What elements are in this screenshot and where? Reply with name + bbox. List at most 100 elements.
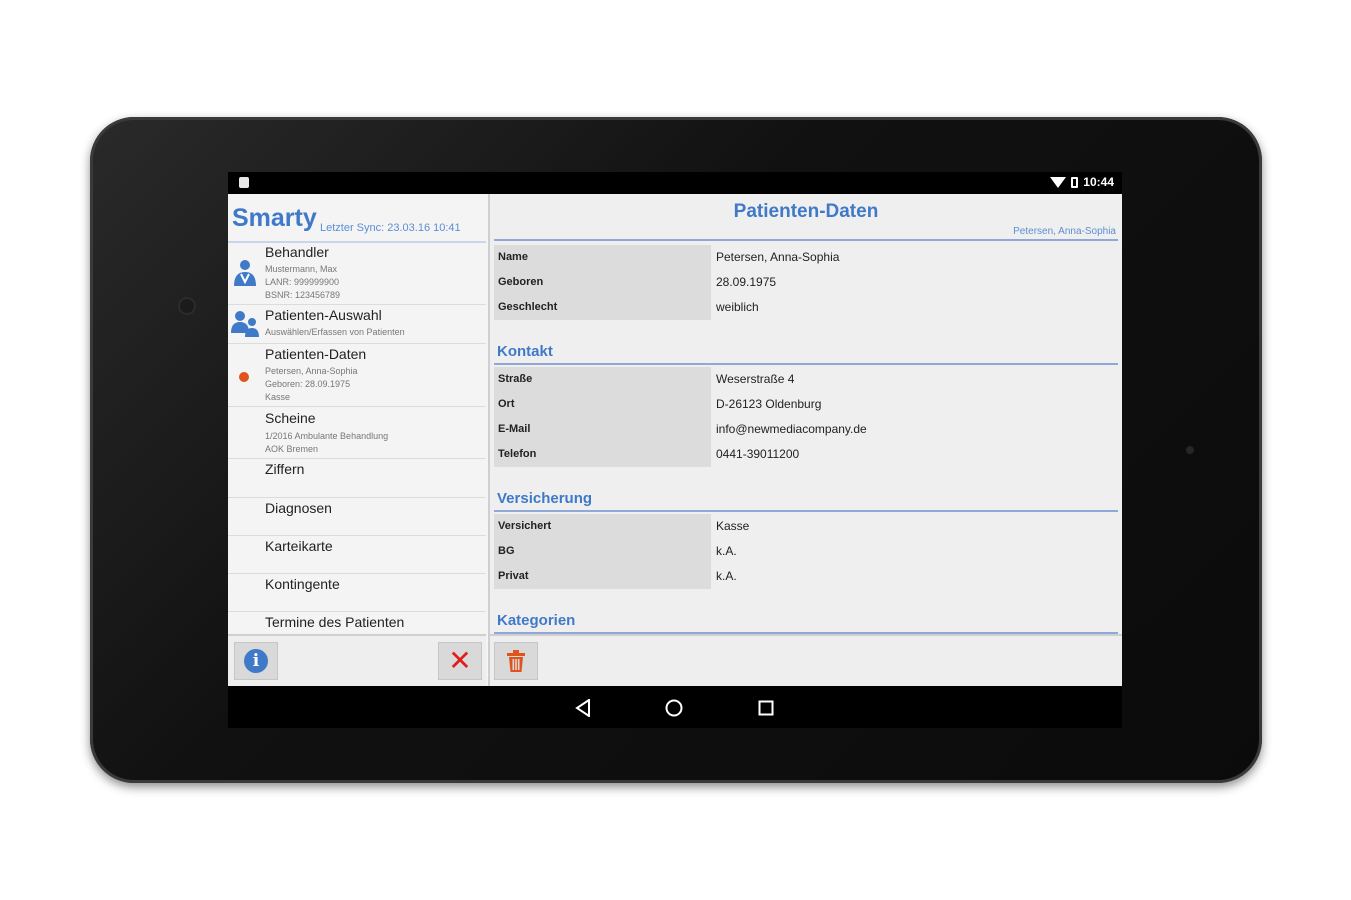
nav-title: Behandler [265, 244, 329, 260]
table-row: Telefon 0441-39011200 [494, 442, 1118, 467]
navigation-pane: Smarty Letzter Sync: 23.03.16 10:41 Beha… [228, 194, 490, 688]
table-row: Geschlecht weiblich [494, 295, 1118, 320]
section-title: Versicherung [497, 490, 593, 507]
last-sync: Letzter Sync: 23.03.16 10:41 [320, 222, 461, 234]
table-row: Straße Weserstraße 4 [494, 367, 1118, 392]
table-row: Geboren 28.09.1975 [494, 270, 1118, 295]
row-value: 28.09.1975 [716, 275, 777, 289]
row-label: Versichert [494, 514, 711, 539]
patient-subtitle: Petersen, Anna-Sophia [1013, 226, 1116, 237]
app-brand: Smarty [232, 204, 317, 232]
kontakt-table: Straße Weserstraße 4 Ort D-26123 Oldenbu… [494, 367, 1118, 467]
section-title: Kontakt [497, 343, 553, 360]
info-button[interactable]: i [234, 642, 278, 680]
detail-pane: Patienten-Daten Petersen, Anna-Sophia Na… [490, 194, 1122, 688]
row-value: Kasse [716, 519, 750, 533]
divider [228, 241, 486, 243]
nav-sub: BSNR: 123456789 [265, 290, 341, 300]
wifi-icon [1050, 176, 1067, 188]
nav-sub: 1/2016 Ambulante Behandlung [265, 431, 389, 441]
right-toolbar [490, 634, 1122, 688]
row-value: Petersen, Anna-Sophia [716, 250, 840, 264]
nav-title: Karteikarte [265, 538, 333, 554]
table-row: Ort D-26123 Oldenburg [494, 392, 1118, 417]
delete-button[interactable] [494, 642, 538, 680]
page-title: Patienten-Daten [733, 201, 879, 222]
divider [494, 510, 1118, 512]
nav-sub: LANR: 999999900 [265, 277, 340, 287]
home-icon[interactable] [665, 699, 683, 717]
nav-sub: Geboren: 28.09.1975 [265, 379, 351, 389]
row-label: BG [494, 539, 711, 564]
row-value: weiblich [716, 300, 759, 314]
back-icon[interactable] [575, 699, 591, 717]
screen: 10:44 Smarty Letzter Sync: 23.03.16 10:4… [228, 172, 1122, 728]
row-value: k.A. [716, 544, 737, 558]
nav-title: Patienten-Daten [265, 346, 367, 362]
row-label: Straße [494, 367, 711, 392]
row-value: D-26123 Oldenburg [716, 397, 822, 411]
section-versicherung: Versicherung [494, 490, 1118, 512]
nav-item-behandler[interactable]: Behandler Mustermann, Max LANR: 99999990… [228, 244, 486, 305]
nav-item-patienten-daten[interactable]: Patienten-Daten Petersen, Anna-Sophia Ge… [228, 346, 486, 407]
nav-sub: Mustermann, Max [265, 264, 338, 274]
nav-title: Patienten-Auswahl [265, 307, 382, 323]
nav-sub: Petersen, Anna-Sophia [265, 366, 358, 376]
doctor-icon [234, 260, 256, 286]
app: Smarty Letzter Sync: 23.03.16 10:41 Beha… [228, 194, 1122, 688]
nav-title: Scheine [265, 410, 316, 426]
row-label: Geschlecht [494, 295, 711, 320]
row-value: info@newmediacompany.de [716, 422, 867, 436]
nav-item-scheine[interactable]: Scheine 1/2016 Ambulante Behandlung AOK … [228, 410, 486, 459]
close-icon: ✕ [448, 644, 472, 677]
front-camera [178, 297, 196, 315]
nav-item-diagnosen[interactable]: Diagnosen [228, 500, 486, 536]
active-dot-icon [239, 372, 249, 382]
system-nav-bar [228, 686, 1122, 728]
nav-title: Ziffern [265, 461, 305, 477]
divider [494, 239, 1118, 241]
table-row: BG k.A. [494, 539, 1118, 564]
nav-title: Termine des Patienten [265, 614, 405, 630]
nav-item-termine[interactable]: Termine des Patienten [228, 614, 486, 632]
section-kategorien: Kategorien [494, 612, 1118, 634]
row-label: Geboren [494, 270, 711, 295]
row-label: Privat [494, 564, 711, 589]
trash-icon [507, 650, 525, 672]
row-label: Ort [494, 392, 711, 417]
status-time: 10:44 [1083, 175, 1114, 189]
row-value: k.A. [716, 569, 737, 583]
nav-title: Kontingente [265, 576, 340, 592]
divider [494, 363, 1118, 365]
notification-icon [239, 177, 249, 188]
nav-sub: Auswählen/Erfassen von Patienten [265, 327, 405, 337]
section-kontakt: Kontakt [494, 343, 1118, 365]
left-toolbar: i ✕ [228, 634, 486, 688]
nav-sub: Kasse [265, 392, 291, 402]
close-button[interactable]: ✕ [438, 642, 482, 680]
status-bar: 10:44 [228, 172, 1122, 194]
versicherung-table: Versichert Kasse BG k.A. Privat k.A. [494, 514, 1118, 589]
personal-table: Name Petersen, Anna-Sophia Geboren 28.09… [494, 245, 1118, 320]
table-row: E-Mail info@newmediacompany.de [494, 417, 1118, 442]
nav-sub: AOK Bremen [265, 444, 319, 454]
table-row: Versichert Kasse [494, 514, 1118, 539]
info-icon: i [244, 649, 268, 673]
recents-icon[interactable] [758, 700, 774, 716]
section-title: Kategorien [497, 612, 576, 629]
row-value: Weserstraße 4 [716, 372, 795, 386]
row-label: Telefon [494, 442, 711, 467]
table-row: Name Petersen, Anna-Sophia [494, 245, 1118, 270]
row-value: 0441-39011200 [716, 447, 800, 461]
nav-title: Diagnosen [265, 500, 332, 516]
nav-item-kontingente[interactable]: Kontingente [228, 576, 486, 612]
nav-item-patienten-auswahl[interactable]: Patienten-Auswahl Auswählen/Erfassen von… [228, 307, 486, 344]
row-label: E-Mail [494, 417, 711, 442]
nav-item-ziffern[interactable]: Ziffern [228, 461, 486, 498]
light-sensor [1186, 446, 1194, 454]
battery-icon [1071, 176, 1079, 188]
row-label: Name [494, 245, 711, 270]
nav-item-karteikarte[interactable]: Karteikarte [228, 538, 486, 574]
patients-icon [231, 311, 259, 337]
table-row: Privat k.A. [494, 564, 1118, 589]
